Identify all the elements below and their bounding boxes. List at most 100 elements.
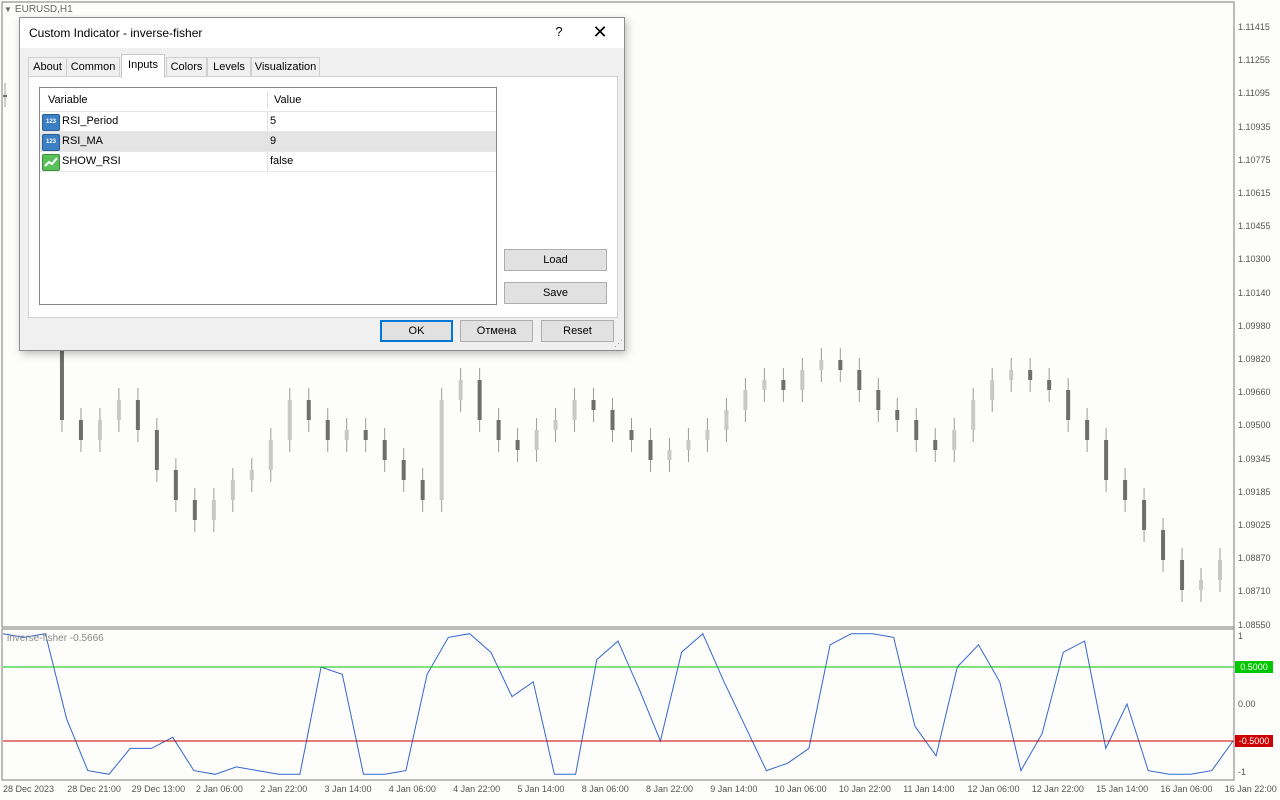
- tab-about[interactable]: About: [28, 57, 67, 77]
- candle-body: [1085, 420, 1090, 440]
- candle-body: [78, 420, 83, 440]
- candle-body: [420, 480, 425, 500]
- candle-body: [686, 440, 691, 450]
- variable-value[interactable]: 9: [270, 135, 276, 147]
- candle-body: [1161, 530, 1166, 560]
- candle-body: [1218, 560, 1223, 580]
- tab-inputs[interactable]: Inputs: [121, 54, 165, 78]
- time-tick-label: 2 Jan 22:00: [260, 784, 308, 794]
- candle-body: [3, 95, 7, 97]
- candle-body: [1066, 390, 1071, 420]
- help-button[interactable]: ?: [549, 24, 569, 39]
- candle-body: [515, 440, 520, 450]
- dialog-titlebar[interactable]: Custom Indicator - inverse-fisher ? ✕: [20, 18, 624, 48]
- price-tick-label: 1.09025: [1238, 520, 1271, 530]
- candle-body: [97, 420, 102, 440]
- variable-name: SHOW_RSI: [62, 155, 121, 167]
- price-tick-label: 1.09980: [1238, 320, 1271, 331]
- candle-body: [1199, 580, 1204, 590]
- candle-body: [629, 430, 634, 440]
- tab-colors[interactable]: Colors: [166, 57, 207, 77]
- time-tick-label: 29 Dec 13:00: [131, 784, 186, 794]
- price-tick-label: 1.09820: [1238, 354, 1271, 364]
- candle-body: [724, 410, 729, 430]
- candle-body: [154, 430, 159, 470]
- time-tick-label: 16 Jan 22:00: [1224, 784, 1277, 794]
- dialog-title: Custom Indicator - inverse-fisher: [29, 26, 203, 40]
- time-tick-label: 16 Jan 06:00: [1160, 784, 1213, 794]
- time-tick-label: 5 Jan 14:00: [517, 784, 565, 794]
- candle-body: [458, 380, 463, 400]
- price-tick-label: 1.08710: [1238, 586, 1271, 597]
- candle-body: [781, 380, 786, 390]
- time-tick-label: 15 Jan 14:00: [1096, 784, 1149, 794]
- time-tick-label: 28 Dec 2023: [3, 784, 55, 794]
- price-tick-label: 1.08550: [1238, 619, 1271, 630]
- tab-levels[interactable]: Levels: [207, 57, 251, 77]
- candle-body: [268, 440, 273, 470]
- tab-visualization[interactable]: Visualization: [251, 57, 320, 77]
- time-tick-label: 12 Jan 22:00: [1031, 784, 1084, 794]
- indicator-tick-label: 1: [1238, 631, 1244, 641]
- table-row[interactable]: 123 RSI_Period 5: [40, 112, 496, 132]
- close-icon[interactable]: ✕: [587, 22, 613, 42]
- price-tick-label: 1.10455: [1238, 221, 1271, 232]
- price-tick-label: 1.10615: [1238, 188, 1271, 198]
- indicator-tick-label: 0.00: [1238, 699, 1256, 709]
- candle-body: [249, 470, 254, 480]
- candle-body: [344, 430, 349, 440]
- candle-body: [819, 360, 824, 370]
- table-header: Variable Value: [40, 88, 496, 112]
- indicator-label: inverse-fisher -0.5666: [7, 633, 104, 644]
- ok-button[interactable]: OK: [380, 320, 453, 342]
- candle-body: [477, 380, 482, 420]
- candle-body: [534, 430, 539, 450]
- chart-symbol-title: ▼ EURUSD,H1: [4, 4, 73, 15]
- candle-body: [1142, 500, 1147, 530]
- column-divider[interactable]: [267, 91, 268, 109]
- candle-body: [800, 370, 805, 390]
- time-tick-label: 28 Dec 21:00: [67, 784, 121, 794]
- header-variable[interactable]: Variable: [48, 94, 88, 106]
- variable-value[interactable]: 5: [270, 115, 276, 127]
- price-tick-label: 1.09660: [1238, 387, 1271, 398]
- candle-body: [914, 420, 919, 440]
- integer-type-icon: 123: [42, 114, 60, 131]
- save-button[interactable]: Save: [504, 282, 607, 304]
- reset-button[interactable]: Reset: [541, 320, 614, 342]
- candle-body: [610, 410, 615, 430]
- candle-body: [1104, 440, 1109, 480]
- resize-grip-icon[interactable]: ⋰: [614, 338, 623, 349]
- candle-body: [230, 480, 235, 500]
- candle-body: [895, 410, 900, 420]
- cancel-button[interactable]: Отмена: [460, 320, 533, 342]
- time-tick-label: 4 Jan 06:00: [388, 784, 436, 794]
- candle-body: [211, 500, 216, 520]
- candle-body: [1047, 380, 1052, 390]
- price-tick-label: 1.11095: [1238, 88, 1270, 99]
- price-tick-label: 1.09345: [1238, 453, 1271, 464]
- dropdown-triangle-icon[interactable]: ▼: [4, 5, 12, 14]
- table-row[interactable]: SHOW_RSI false: [40, 152, 496, 172]
- time-tick-label: 12 Jan 06:00: [967, 784, 1020, 794]
- variable-value[interactable]: false: [270, 155, 293, 167]
- candle-body: [990, 380, 995, 400]
- cell-divider: [267, 132, 268, 151]
- tab-common[interactable]: Common: [66, 57, 120, 77]
- candle-body: [116, 400, 121, 420]
- candle-body: [971, 400, 976, 430]
- header-value[interactable]: Value: [274, 94, 301, 106]
- candle-body: [401, 460, 406, 480]
- time-tick-label: 10 Jan 06:00: [774, 784, 827, 794]
- candle-body: [743, 390, 748, 410]
- time-tick-label: 8 Jan 22:00: [646, 784, 694, 794]
- load-button[interactable]: Load: [504, 249, 607, 271]
- level-tag: -0.5000: [1235, 735, 1273, 747]
- time-tick-label: 10 Jan 22:00: [838, 784, 891, 794]
- candle-body: [838, 360, 843, 370]
- table-row[interactable]: 123 RSI_MA 9: [40, 132, 496, 152]
- candle-body: [933, 440, 938, 450]
- candle-body: [857, 370, 862, 390]
- candle-body: [325, 420, 330, 440]
- candle-body: [876, 390, 881, 410]
